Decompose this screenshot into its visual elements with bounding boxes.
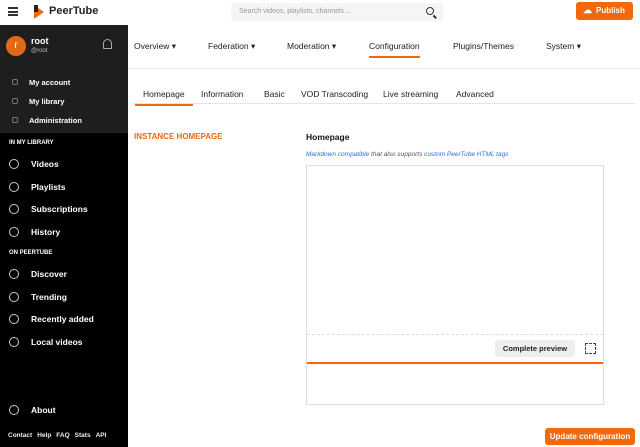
- sidebar-item-local-videos[interactable]: Local videos: [0, 331, 128, 354]
- tab-live-streaming[interactable]: Live streaming: [383, 89, 438, 99]
- trending-icon: [9, 291, 19, 302]
- subscriptions-icon: [9, 204, 19, 214]
- playlists-icon: [9, 181, 19, 192]
- user-handle: @root: [31, 48, 48, 54]
- publish-button[interactable]: Publish: [576, 2, 633, 20]
- sidebar-item-my-account[interactable]: My account: [0, 73, 128, 92]
- search-input[interactable]: Search videos, playlists, channels…: [231, 3, 443, 21]
- label: Subscriptions: [31, 204, 88, 214]
- avatar[interactable]: r: [6, 36, 26, 56]
- history-icon: [9, 226, 19, 237]
- label: My library: [29, 97, 65, 106]
- search-icon[interactable]: [426, 7, 434, 15]
- nav-overview[interactable]: Overview ▾: [134, 41, 176, 52]
- section-on-peertube: ON PEERTUBE: [9, 250, 53, 256]
- search-placeholder: Search videos, playlists, channels…: [239, 8, 352, 15]
- sidebar-item-discover[interactable]: Discover: [0, 263, 128, 286]
- library-icon: [12, 98, 18, 104]
- nav-plugins-themes[interactable]: Plugins/Themes: [453, 41, 514, 51]
- label: Videos: [31, 159, 59, 169]
- brand-name[interactable]: PeerTube: [49, 5, 98, 17]
- faq-link[interactable]: FAQ: [56, 432, 69, 439]
- sidebar-item-subscriptions[interactable]: Subscriptions: [0, 198, 128, 221]
- field-help: Markdown compatible that also supports c…: [306, 151, 508, 158]
- sidebar-item-playlists[interactable]: Playlists: [0, 176, 128, 199]
- api-link[interactable]: API: [96, 432, 107, 439]
- globe-icon: [9, 269, 19, 279]
- help-text: that also supports: [369, 151, 425, 158]
- nav-federation[interactable]: Federation ▾: [208, 41, 255, 52]
- tab-advanced[interactable]: Advanced: [456, 89, 494, 99]
- tab-vod-transcoding[interactable]: VOD Transcoding: [301, 89, 368, 99]
- homepage-label: Homepage: [306, 132, 350, 142]
- markdown-link[interactable]: Markdown compatible: [306, 151, 369, 158]
- help-link[interactable]: Help: [37, 432, 51, 439]
- label: Trending: [31, 291, 67, 302]
- tab-homepage[interactable]: Homepage: [135, 89, 193, 106]
- sidebar-item-about[interactable]: About: [0, 399, 128, 422]
- label: Discover: [31, 269, 67, 279]
- label: Local videos: [31, 336, 83, 347]
- bell-icon[interactable]: [103, 39, 112, 49]
- sidebar: r root @root My account My library Admin…: [0, 25, 128, 447]
- html-tags-link[interactable]: custom PeerTube HTML tags: [424, 151, 508, 158]
- videos-icon: [9, 159, 19, 169]
- label: Administration: [29, 116, 82, 125]
- tab-basic[interactable]: Basic: [264, 89, 285, 99]
- peertube-logo-icon[interactable]: [34, 5, 44, 19]
- fullscreen-icon[interactable]: [585, 343, 596, 354]
- section-title: INSTANCE HOMEPAGE: [134, 132, 223, 141]
- user-icon: [12, 79, 18, 85]
- label: About: [31, 405, 56, 415]
- sidebar-item-recently-added[interactable]: Recently added: [0, 308, 128, 331]
- sidebar-item-trending[interactable]: Trending: [0, 286, 128, 309]
- label: Playlists: [31, 181, 66, 192]
- preview-divider: [307, 362, 603, 364]
- user-name: root: [31, 36, 49, 46]
- location-icon: [9, 336, 19, 347]
- admin-nav: Overview ▾ Federation ▾ Moderation ▾ Con…: [128, 25, 640, 69]
- footer-links: Contact Help FAQ Stats API: [8, 432, 106, 439]
- menu-icon[interactable]: [8, 7, 18, 16]
- top-bar: PeerTube Search videos, playlists, chann…: [0, 0, 640, 25]
- update-configuration-button[interactable]: Update configuration: [545, 428, 635, 445]
- tab-information[interactable]: Information: [201, 89, 244, 99]
- nav-configuration[interactable]: Configuration: [369, 41, 420, 58]
- sidebar-item-administration[interactable]: Administration: [0, 111, 128, 130]
- config-tabs: Homepage Information Basic VOD Transcodi…: [133, 86, 635, 106]
- nav-moderation[interactable]: Moderation ▾: [287, 41, 336, 52]
- nav-system[interactable]: System ▾: [546, 41, 581, 52]
- label: My account: [29, 78, 71, 87]
- contact-link[interactable]: Contact: [8, 432, 32, 439]
- homepage-textarea[interactable]: [307, 166, 603, 335]
- label: History: [31, 226, 61, 237]
- sidebar-item-history[interactable]: History: [0, 221, 128, 244]
- help-icon: [9, 405, 19, 415]
- section-in-my-library: IN MY LIBRARY: [9, 140, 54, 146]
- user-panel: r root @root: [0, 25, 128, 70]
- stats-link[interactable]: Stats: [75, 432, 91, 439]
- sidebar-item-videos[interactable]: Videos: [0, 153, 128, 176]
- plus-circle-icon: [9, 314, 19, 324]
- sidebar-item-my-library[interactable]: My library: [0, 92, 128, 111]
- markdown-editor: Complete preview: [306, 165, 604, 405]
- complete-preview-button[interactable]: Complete preview: [495, 340, 575, 357]
- cog-icon: [12, 117, 18, 123]
- label: Recently added: [31, 314, 94, 324]
